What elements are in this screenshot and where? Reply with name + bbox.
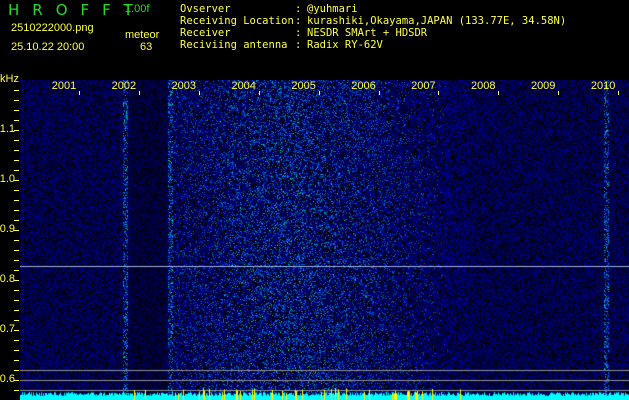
freq-tick xyxy=(14,110,19,111)
freq-tick xyxy=(14,240,19,241)
freq-tick xyxy=(14,150,19,151)
filename: 2510222000.png xyxy=(11,22,94,34)
time-tick xyxy=(618,91,620,95)
info-label-location: Receiving Location xyxy=(180,15,294,27)
info-label-observer: Ovserver xyxy=(180,3,231,15)
freq-tick xyxy=(14,140,19,141)
time-label: 2006 xyxy=(351,80,376,92)
info-value-observer: @yuhmari xyxy=(307,3,358,15)
freq-tick xyxy=(14,360,19,361)
time-label: 2007 xyxy=(411,80,436,92)
freq-label: 0.9 xyxy=(0,223,15,235)
freq-tick xyxy=(14,190,19,191)
freq-tick xyxy=(14,260,19,261)
freq-tick xyxy=(14,250,19,251)
time-label: 2004 xyxy=(231,80,256,92)
freq-tick xyxy=(14,320,19,321)
info-value-antenna: Radix RY-62V xyxy=(307,39,383,51)
freq-label: 1.1 xyxy=(0,123,15,135)
time-tick xyxy=(79,91,80,95)
time-tick xyxy=(438,91,440,95)
freq-tick xyxy=(14,200,19,201)
info-label-receiver: Receiver xyxy=(180,27,231,39)
count-label: meteor xyxy=(125,29,160,41)
time-tick xyxy=(198,91,200,95)
freq-label: 0.7 xyxy=(0,323,15,335)
time-label: 2003 xyxy=(171,80,197,92)
freq-tick xyxy=(14,160,19,161)
hrofft-window: HROFFT 1.00f 2510222000.png 25.10.22 20:… xyxy=(0,0,629,400)
freq-label: 0.6 xyxy=(0,373,15,385)
info-value-receiver: NESDR SMArt + HDSDR xyxy=(307,27,428,39)
info-value-location: kurashiki,Okayama,JAPAN (133.77E, 34.58N… xyxy=(307,15,567,27)
time-tick xyxy=(138,91,140,95)
freq-tick xyxy=(14,290,19,291)
freq-tick xyxy=(14,120,19,121)
time-label: 2010 xyxy=(590,80,616,92)
info-label-antenna: Reciviing antenna xyxy=(180,39,288,51)
freq-label: 0.8 xyxy=(0,273,15,285)
time-label: 2009 xyxy=(530,80,556,92)
freq-tick xyxy=(14,310,19,311)
time-label: 2002 xyxy=(111,80,137,92)
freq-tick xyxy=(14,270,19,271)
datetime: 25.10.22 20:00 xyxy=(11,41,85,53)
info-sep: : xyxy=(295,27,302,39)
info-sep: : xyxy=(295,15,302,27)
time-tick xyxy=(498,91,500,95)
count-value: 63 xyxy=(140,41,153,53)
time-label: 2008 xyxy=(471,80,496,92)
info-sep: : xyxy=(295,39,302,51)
time-tick xyxy=(558,91,560,95)
freq-tick xyxy=(14,350,19,351)
spectrogram xyxy=(20,80,629,400)
freq-tick xyxy=(14,300,19,301)
freq-label: 1.0 xyxy=(0,173,15,185)
freq-tick xyxy=(14,390,19,391)
time-tick xyxy=(378,91,380,95)
freq-tick xyxy=(14,210,19,211)
freq-tick xyxy=(14,220,19,221)
freq-tick xyxy=(14,340,19,341)
time-label: 2001 xyxy=(51,80,77,92)
time-label: 2005 xyxy=(291,80,316,92)
unit-label: kHz xyxy=(0,73,19,85)
version-label: 1.00f xyxy=(125,3,150,15)
freq-tick xyxy=(14,170,19,171)
info-sep: : xyxy=(295,3,302,15)
time-tick xyxy=(318,91,320,95)
time-tick xyxy=(258,91,260,95)
freq-tick xyxy=(14,370,19,371)
freq-tick xyxy=(14,90,19,91)
freq-tick xyxy=(14,100,19,101)
